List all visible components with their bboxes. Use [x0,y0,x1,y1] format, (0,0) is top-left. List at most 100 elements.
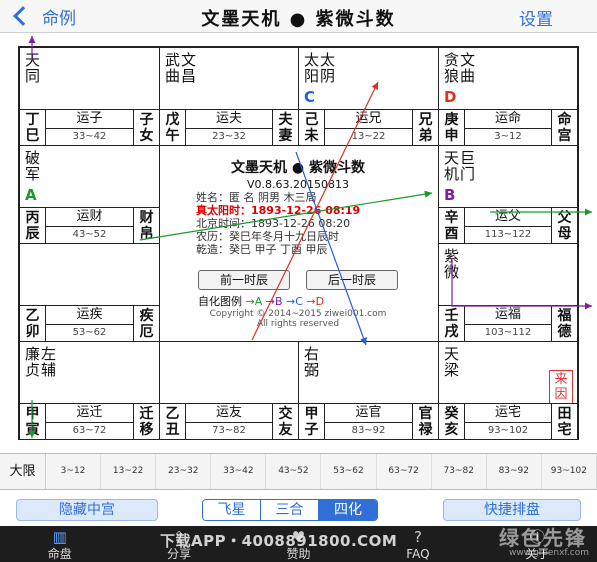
yun-range: 63~72 [72,425,107,436]
star-name: 廉贞 [25,345,41,379]
palace-char: 子 [139,112,154,128]
palace-chou[interactable]: 乙丑运友 73~82 交友 [159,341,299,440]
yun-label: 运宅 [465,404,551,423]
yun-box: 运官 83~92 [325,404,412,439]
hide-center-button[interactable]: 隐藏中宫 [16,499,158,521]
laiyin-stamp: 来因 [549,370,573,404]
palace-stars: 贪狼文曲 [444,52,476,84]
zhi: 申 [444,128,459,144]
segment-0[interactable]: 飞星 [203,500,261,520]
yun-range: 113~122 [484,229,532,240]
yun-range: 83~92 [351,425,386,436]
star-name: 贪狼 [444,51,460,85]
daxian-cell[interactable]: 63~72 [377,454,432,489]
yun-range: 93~102 [487,425,529,436]
yun-box: 运财 43~52 [46,208,133,243]
palace-char: 父 [557,210,572,226]
palace-stars: 破军 [25,150,41,182]
palace-wei[interactable]: 太阳太阴 C 己未运兄 13~22 兄弟 [298,47,439,146]
daxian-cell[interactable]: 83~92 [487,454,542,489]
palace-xu[interactable]: 紫微壬戌运福 103~112 福德 [438,243,578,342]
daxian-cell[interactable]: 93~102 [542,454,597,489]
palace-yin[interactable]: 廉贞左辅甲寅运迁 63~72 迁移 [19,341,160,440]
zhi: 巳 [25,128,40,144]
prev-hour-button[interactable]: 前一时辰 [198,270,290,290]
rights-text: All rights reserved [256,319,340,329]
control-row: 隐藏中宫 飞星 三合 四化 快捷排盘 [0,494,597,524]
palace-stars: 天同 [25,52,41,84]
palace-char: 交 [278,406,293,422]
palace-mao[interactable]: 乙卯运疾 53~62 疾厄 [19,243,160,342]
yun-range: 43~52 [72,229,107,240]
palace-footer: 丁巳运子 33~42 子女 [20,109,159,145]
palace-you[interactable]: 天机巨门 B 辛酉运父 113~122 父母 [438,145,578,244]
center-info: 文墨天机 ● 紫微斗数 V0.8.63.20150813 姓名：匿 名 阴男 木… [158,147,438,343]
gan: 乙 [25,308,40,324]
gan: 丙 [25,210,40,226]
settings-button[interactable]: 设置 [519,5,553,30]
palace-char: 福 [557,308,572,324]
ganzhi: 甲寅 [20,404,46,439]
name-line: 姓名：匿 名 阴男 木三局 [196,191,317,204]
star-name: 文昌 [181,51,197,85]
next-hour-button[interactable]: 后一时辰 [306,270,398,290]
palace-chen[interactable]: 破军 A 丙辰运财 43~52 财帛 [19,145,160,244]
solar-time-line: 真太阳时：1893-12-26 08:19 [196,204,361,217]
palace-shen[interactable]: 贪狼文曲 D 庚申运命 3~12 命宫 [438,47,578,146]
daxian-cell[interactable]: 73~82 [432,454,487,489]
legend-c: →C [286,295,303,308]
palace-char: 命 [557,112,572,128]
mutagen-badge: B [444,186,456,204]
palace-char: 兄 [418,112,433,128]
yun-box: 运命 3~12 [465,110,551,145]
gan: 乙 [165,406,180,422]
palace-char: 母 [557,226,572,242]
star-name: 右弼 [304,345,320,379]
palace-char: 疾 [139,308,154,324]
palace-zi[interactable]: 右弼甲子运官 83~92 官禄 [298,341,439,440]
yun-box: 运夫 23~32 [186,110,272,145]
palace-name: 父母 [551,208,577,243]
segment-1[interactable]: 三合 [261,500,319,520]
daxian-cell[interactable]: 23~32 [156,454,212,489]
palace-footer: 戊午运夫 23~32 夫妻 [160,109,298,145]
palace-footer: 丙辰运财 43~52 财帛 [20,207,159,243]
star-name: 天梁 [444,345,460,379]
watermark-logo: 绿色先锋 [499,526,587,550]
yun-range: 3~12 [494,131,522,142]
palace-char: 弟 [418,128,433,144]
palace-wu[interactable]: 武曲文昌戊午运夫 23~32 夫妻 [159,47,299,146]
yun-label: 运迁 [46,404,133,423]
palace-name: 命宫 [551,110,577,145]
zhi: 亥 [444,422,459,438]
yun-range: 103~112 [484,327,532,338]
beijing-time-line: 北京时间：1893-12-26 08:20 [196,217,351,230]
palace-name: 兄弟 [412,110,438,145]
segment-2[interactable]: 四化 [319,500,377,520]
daxian-cell[interactable]: 33~42 [211,454,267,489]
legend-a: →A [245,295,263,308]
gan: 戊 [165,112,180,128]
daxian-cell[interactable]: 13~22 [101,454,157,489]
palace-footer: 庚申运命 3~12 命宫 [439,109,577,145]
palace-footer: 壬戌运福 103~112 福德 [439,305,577,341]
quick-chart-button[interactable]: 快捷排盘 [443,499,581,521]
yun-box: 运疾 53~62 [46,306,133,341]
palace-char: 夫 [278,112,293,128]
star-name: 破军 [25,149,41,183]
daxian-cell[interactable]: 43~52 [266,454,322,489]
palace-hai[interactable]: 天梁 来因癸亥运宅 93~102 田宅 [438,341,578,440]
daxian-label: 大限 [0,454,46,489]
palace-si[interactable]: 天同丁巳运子 33~42 子女 [19,47,160,146]
ganzhi: 戊午 [160,110,186,145]
palace-name: 交友 [272,404,298,439]
yun-label: 运子 [46,110,133,129]
palace-char: 田 [557,406,572,422]
yun-box: 运父 113~122 [465,208,551,243]
star-name: 太阴 [320,51,336,85]
tab-chart[interactable]: ▥ 命盘 [0,526,119,562]
daxian-cell[interactable]: 53~62 [321,454,377,489]
mutagen-badge: C [304,88,316,106]
daxian-cell[interactable]: 3~12 [46,454,102,489]
tab-label: 命盘 [47,547,72,561]
